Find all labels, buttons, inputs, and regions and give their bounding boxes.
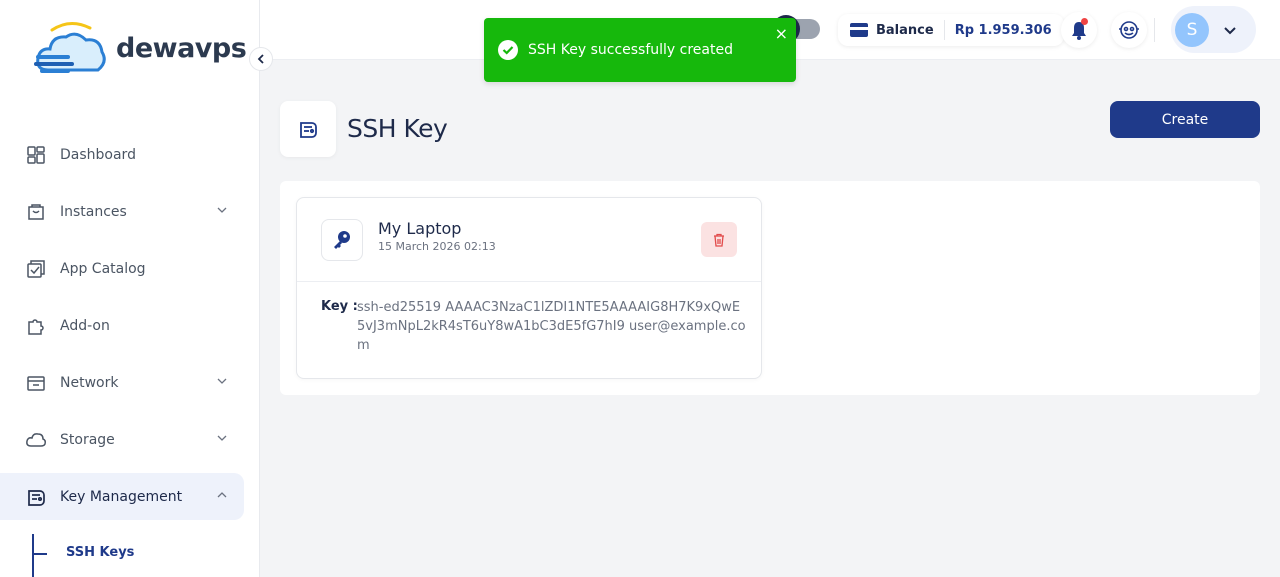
toast-message: SSH Key successfully created	[528, 42, 733, 58]
addon-puzzle-icon	[25, 315, 47, 337]
key-icon	[321, 219, 363, 261]
sidebar-item-label: App Catalog	[60, 260, 146, 277]
sidebar-item-label: Key Management	[60, 488, 183, 505]
ssh-key-label: Key :	[321, 299, 358, 314]
sidebar-item-label: Dashboard	[60, 146, 136, 163]
cloud-logo-icon	[34, 22, 106, 73]
user-menu[interactable]: S	[1171, 6, 1256, 53]
ssh-key-card-header: My Laptop 15 March 2026 02:13	[297, 198, 761, 282]
sidebar-subitem-ssh-keys[interactable]: SSH Keys	[0, 530, 244, 577]
header-divider	[1154, 18, 1155, 42]
sidebar: dewavps Dashboard Instances App Catalog	[0, 0, 260, 577]
chevron-down-icon	[217, 435, 227, 441]
brand-name: dewavps	[116, 32, 247, 64]
ssh-key-value: ssh-ed25519 AAAAC3NzaC1lZDI1NTE5AAAAIG8H…	[357, 300, 746, 353]
sidebar-collapse-button[interactable]	[249, 47, 273, 71]
support-button[interactable]	[1111, 12, 1147, 48]
dashboard-icon	[25, 144, 47, 166]
chevron-left-icon	[257, 54, 264, 64]
notification-button[interactable]	[1061, 12, 1097, 48]
page-title: SSH Key	[347, 114, 448, 143]
chevron-down-icon	[217, 378, 227, 384]
chevron-down-icon	[217, 207, 227, 213]
chevron-up-icon	[217, 492, 227, 498]
key-management-icon	[25, 486, 47, 508]
cloud-storage-icon	[25, 429, 47, 451]
sidebar-item-label: Add-on	[60, 317, 110, 334]
sidebar-item-key-management[interactable]: Key Management	[0, 473, 244, 520]
sidebar-item-label: Storage	[60, 431, 115, 448]
network-icon	[25, 372, 47, 394]
key-management-icon	[300, 122, 317, 138]
sidebar-item-label: Network	[60, 374, 119, 391]
ssh-key-name: My Laptop	[378, 219, 462, 238]
toast-close-button[interactable]: ×	[775, 24, 788, 43]
ssh-key-list: My Laptop 15 March 2026 02:13 Key : ssh-…	[280, 181, 1260, 395]
instances-icon	[25, 201, 47, 223]
sidebar-item-instances[interactable]: Instances	[0, 188, 244, 235]
tree-line	[32, 534, 34, 577]
ssh-key-card: My Laptop 15 March 2026 02:13 Key : ssh-…	[296, 197, 762, 379]
balance-label: Balance	[876, 22, 934, 38]
sidebar-item-addon[interactable]: Add-on	[0, 302, 244, 349]
check-circle-icon	[498, 40, 518, 60]
sidebar-nav: Dashboard Instances App Catalog Add-on N…	[0, 131, 260, 530]
sidebar-subitem-label: SSH Keys	[66, 545, 135, 560]
brand-logo[interactable]: dewavps	[34, 20, 247, 76]
app-catalog-icon	[25, 258, 47, 280]
balance-widget[interactable]: Balance Rp 1.959.306	[838, 14, 1064, 46]
trash-icon	[714, 233, 724, 247]
wallet-card-icon	[850, 23, 868, 37]
balance-divider	[943, 20, 945, 40]
balance-value: Rp 1.959.306	[954, 22, 1052, 38]
avatar: S	[1175, 12, 1209, 47]
sidebar-item-dashboard[interactable]: Dashboard	[0, 131, 244, 178]
create-button[interactable]: Create	[1110, 101, 1260, 138]
sidebar-item-label: Instances	[60, 203, 127, 220]
notification-dot	[1081, 18, 1088, 25]
tree-branch	[32, 553, 47, 555]
sidebar-item-app-catalog[interactable]: App Catalog	[0, 245, 244, 292]
delete-key-button[interactable]	[701, 222, 737, 257]
sidebar-item-network[interactable]: Network	[0, 359, 244, 406]
success-toast: SSH Key successfully created ×	[484, 18, 796, 82]
support-agent-icon	[1119, 21, 1139, 39]
page-icon	[280, 101, 336, 157]
chevron-down-icon	[1224, 26, 1236, 34]
sidebar-item-storage[interactable]: Storage	[0, 416, 244, 463]
ssh-key-created-date: 15 March 2026 02:13	[378, 240, 496, 253]
